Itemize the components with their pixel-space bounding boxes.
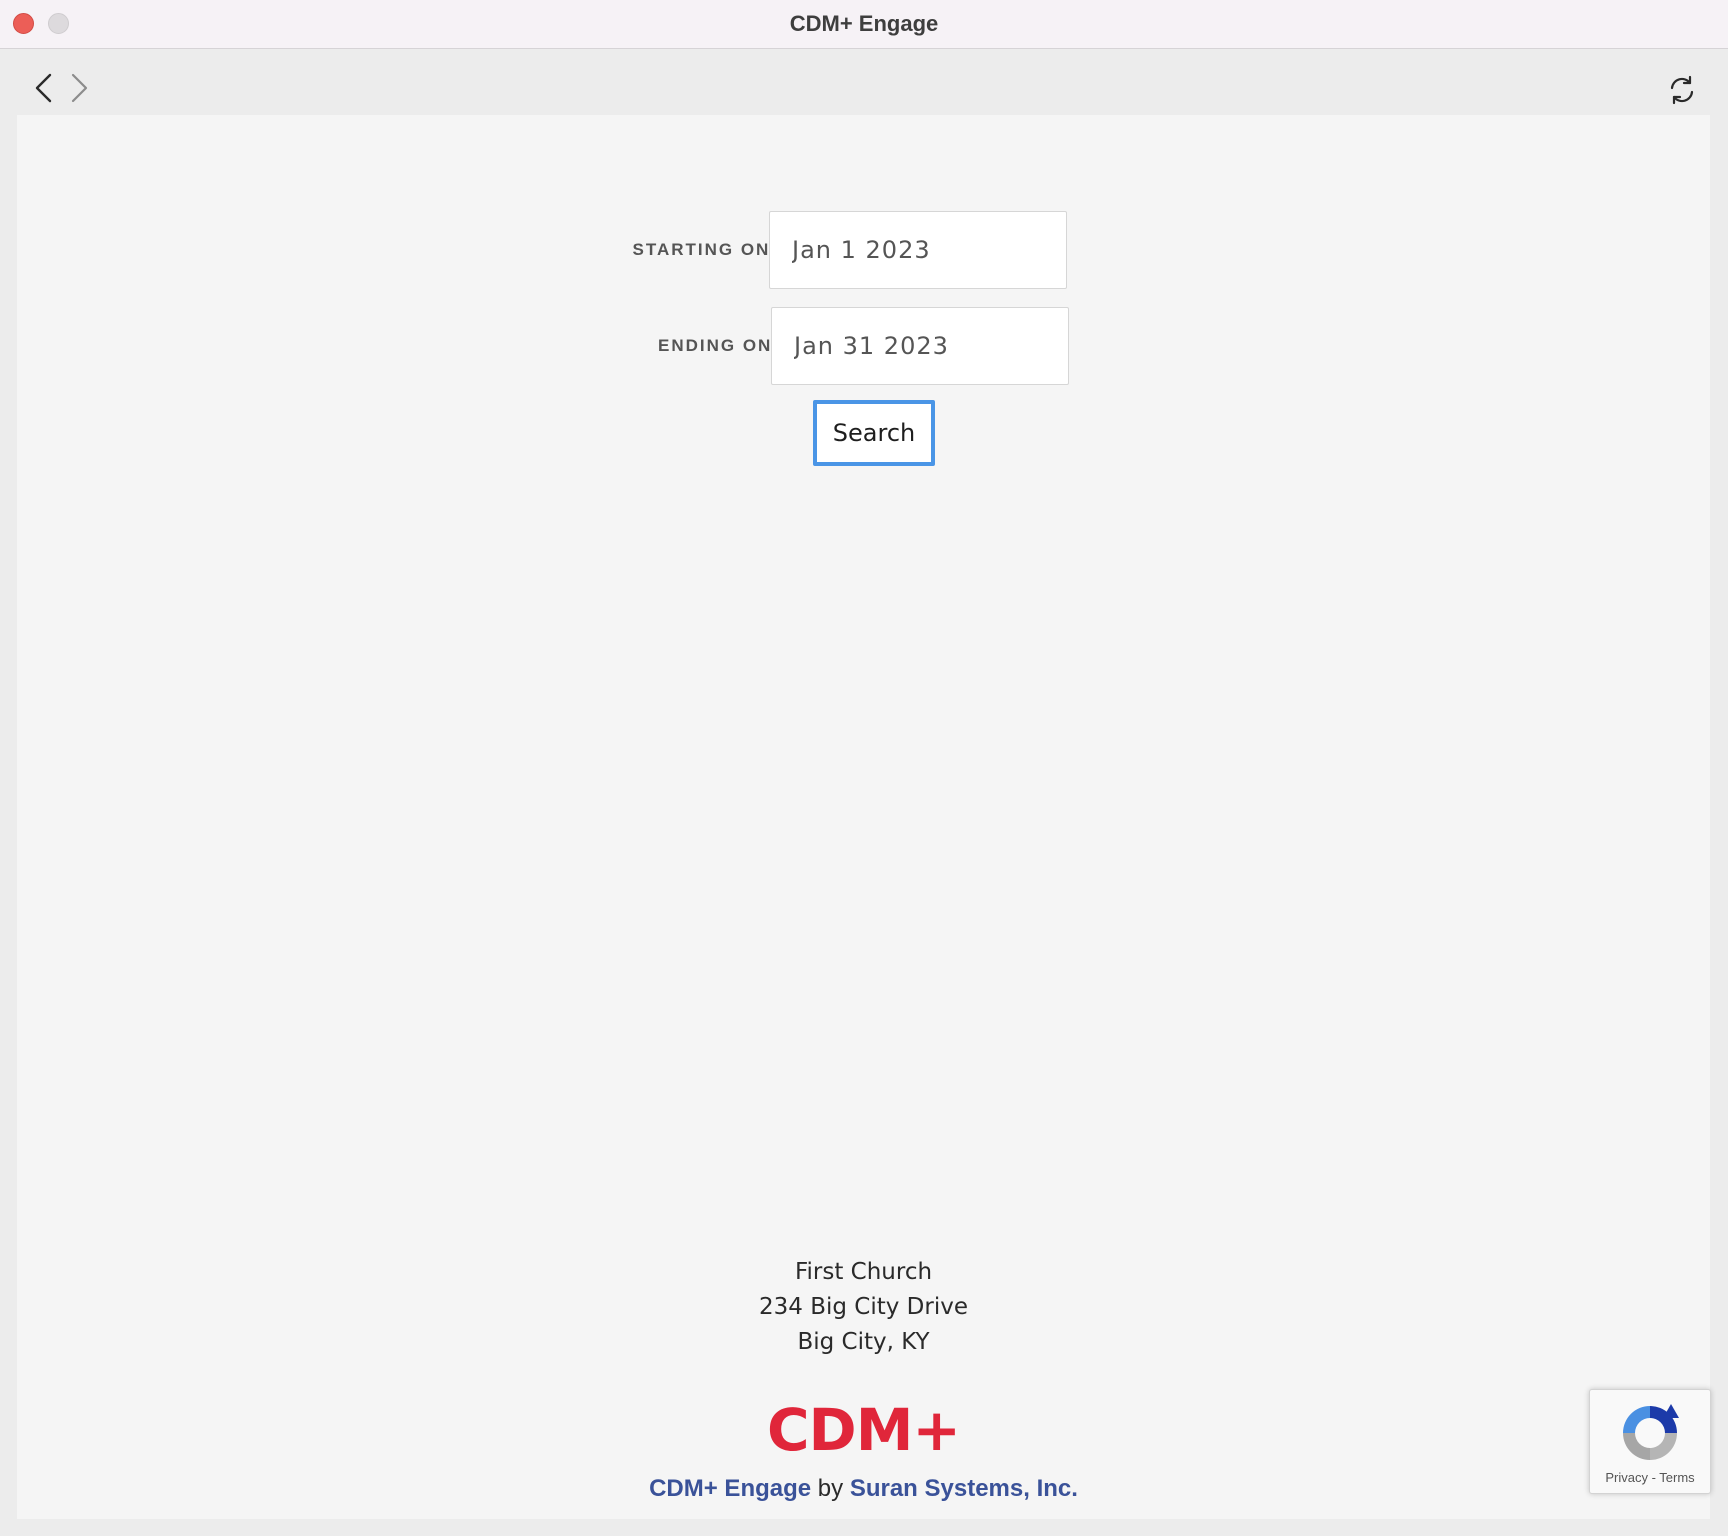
suran-systems-link[interactable]: Suran Systems, Inc. (850, 1475, 1078, 1502)
ending-on-row: ENDING ON: (17, 307, 1710, 385)
window-title: CDM+ Engage (789, 11, 939, 36)
reload-button[interactable] (1667, 75, 1697, 105)
ending-on-label: ENDING ON: (658, 336, 780, 355)
recaptcha-privacy-link[interactable]: Privacy (1605, 1470, 1648, 1485)
cdm-engage-link[interactable]: CDM+ Engage (649, 1475, 811, 1502)
title-bar: CDM+ Engage (0, 0, 1728, 49)
starting-on-label: STARTING ON: (632, 240, 778, 259)
app-window: CDM+ Engage STARTING ON: Jan 1 2023 ENDI… (0, 0, 1728, 1536)
reload-icon (1670, 75, 1694, 105)
page-content: STARTING ON: ENDING ON: Search First Chu… (17, 115, 1710, 1519)
footer-by-text: by (811, 1475, 850, 1502)
search-button[interactable]: Search (813, 400, 935, 466)
ending-on-input[interactable] (771, 307, 1069, 385)
starting-on-input[interactable] (769, 211, 1067, 289)
chevron-left-icon (35, 73, 52, 103)
starting-on-row: STARTING ON: (17, 211, 1710, 289)
recaptcha-terms-link[interactable]: Terms (1659, 1470, 1694, 1485)
recaptcha-separator: - (1647, 1470, 1660, 1485)
cdm-logo: CDM+ (766, 1396, 961, 1464)
recaptcha-icon (1623, 1404, 1679, 1460)
recaptcha-links: Privacy - Terms (1590, 1470, 1710, 1485)
chevron-right-icon (71, 73, 88, 103)
church-name: First Church (794, 1259, 933, 1285)
recaptcha-badge[interactable]: Privacy - Terms (1589, 1389, 1711, 1494)
toolbar (0, 49, 1728, 115)
footer-credits: CDM+ Engage by Suran Systems, Inc. (17, 1472, 1710, 1506)
forward-button[interactable] (68, 71, 90, 105)
city-state: Big City, KY (797, 1329, 930, 1355)
street-address: 234 Big City Drive (759, 1294, 968, 1320)
back-button[interactable] (33, 71, 55, 105)
church-address: First Church 234 Big City Drive Big City… (17, 1255, 1710, 1360)
